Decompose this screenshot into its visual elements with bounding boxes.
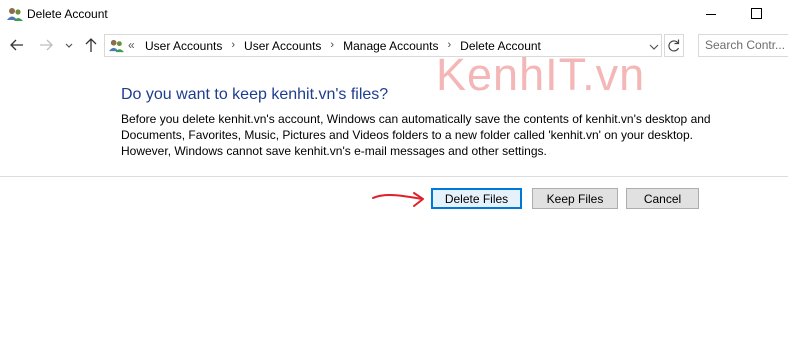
user-accounts-icon (6, 6, 24, 23)
annotation-arrow-icon (372, 192, 424, 207)
description-text: Before you delete kenhit.vn's account, W… (121, 112, 711, 158)
window-title: Delete Account (27, 7, 108, 21)
page-title: Do you want to keep kenhit.vn's files? (121, 86, 389, 103)
forward-arrow-icon[interactable] (36, 35, 56, 55)
title-bar: Delete Account (0, 0, 788, 30)
cancel-button[interactable]: Cancel (626, 188, 699, 209)
minimize-button[interactable] (688, 0, 734, 30)
delete-files-button[interactable]: Delete Files (431, 188, 522, 209)
maximize-button[interactable] (734, 0, 780, 30)
search-box[interactable] (698, 34, 788, 57)
search-input[interactable] (705, 38, 788, 52)
refresh-icon (668, 39, 680, 52)
address-dropdown-icon[interactable] (647, 40, 661, 52)
divider (0, 176, 788, 177)
breadcrumb-overflow-button[interactable]: « (128, 38, 135, 52)
breadcrumb-separator[interactable]: › (330, 39, 334, 53)
refresh-button[interactable] (664, 34, 684, 57)
chevron-down-icon[interactable] (63, 38, 75, 52)
breadcrumb-separator[interactable]: › (231, 39, 235, 53)
up-arrow-icon[interactable] (82, 35, 100, 55)
breadcrumb-user-accounts[interactable]: User Accounts (145, 39, 222, 53)
back-arrow-icon[interactable] (7, 35, 27, 55)
user-accounts-icon (108, 38, 125, 54)
breadcrumb-manage-accounts[interactable]: Manage Accounts (343, 39, 438, 53)
keep-files-button[interactable]: Keep Files (532, 188, 618, 209)
watermark: KenhIT.vn (436, 49, 646, 100)
breadcrumb-user-accounts-sub[interactable]: User Accounts (244, 39, 321, 53)
